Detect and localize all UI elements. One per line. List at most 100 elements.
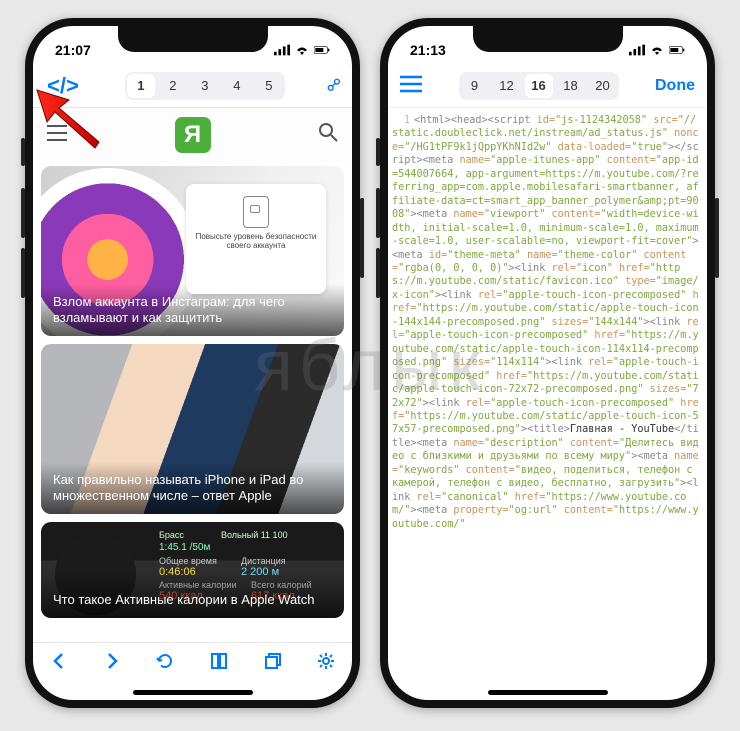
font-size-segmented-control[interactable]: 912161820 bbox=[459, 72, 619, 100]
code-token: rel= bbox=[466, 398, 491, 409]
code-token: content= bbox=[564, 438, 619, 449]
article-title: Как правильно называть iPhone и iPad во … bbox=[53, 472, 303, 503]
code-token: "144x144" bbox=[588, 317, 643, 328]
status-icons bbox=[629, 44, 685, 56]
code-token: content= bbox=[558, 505, 613, 516]
code-token: "apple-touch-icon-precomposed" bbox=[404, 330, 588, 341]
code-token: "keywords" bbox=[398, 465, 459, 476]
code-token: sizes= bbox=[447, 357, 490, 368]
notch bbox=[473, 26, 623, 52]
seg-option[interactable]: 4 bbox=[221, 72, 253, 100]
code-token: rel= bbox=[588, 357, 613, 368]
code-token: rel= bbox=[551, 263, 576, 274]
code-token: "114x114" bbox=[490, 357, 545, 368]
code-token: ><meta bbox=[410, 209, 453, 220]
seg-option[interactable]: 5 bbox=[253, 72, 285, 100]
code-token: href= bbox=[490, 371, 527, 382]
code-token: "js-1124342058" bbox=[555, 115, 647, 126]
code-token: ><link bbox=[509, 263, 552, 274]
article-title: Взлом аккаунта в Инстаграм: для чего взл… bbox=[53, 294, 285, 325]
popup-title-line1: Повысьте уровень безопасности bbox=[194, 232, 318, 241]
code-token: content= bbox=[601, 155, 656, 166]
code-token: href= bbox=[588, 330, 625, 341]
code-token: sizes= bbox=[545, 317, 588, 328]
code-token: sizes= bbox=[643, 384, 686, 395]
stat-label: Вольный 11 100 bbox=[221, 530, 288, 540]
reload-button[interactable] bbox=[156, 652, 174, 675]
settings-button[interactable] bbox=[317, 652, 335, 675]
seg-option[interactable]: 16 bbox=[525, 74, 553, 98]
code-token: name= bbox=[459, 155, 490, 166]
code-token: Главная - YouTube bbox=[570, 424, 674, 435]
code-token: id= bbox=[537, 115, 555, 126]
code-token: href= bbox=[509, 492, 546, 503]
link-icon[interactable]: ⚯ bbox=[322, 73, 348, 99]
tab-segmented-control[interactable]: 12345 bbox=[125, 72, 285, 100]
signal-icon bbox=[629, 44, 645, 56]
code-token: ><link bbox=[643, 317, 686, 328]
code-token: id= bbox=[429, 250, 447, 261]
article-card[interactable]: Брасс Вольный 11 100 1:45.1 /50м Общее в… bbox=[41, 522, 344, 618]
code-token: ><link bbox=[545, 357, 588, 368]
code-token: rel= bbox=[417, 492, 442, 503]
tabs-button[interactable] bbox=[264, 652, 282, 675]
annotation-arrow bbox=[33, 82, 119, 152]
phone-left: 21:07 </> 12345 ⚯ Я bbox=[25, 18, 360, 708]
stat-label: Общее время bbox=[159, 556, 217, 566]
code-token: "apple-touch-icon-precomposed" bbox=[490, 398, 674, 409]
code-token: content= bbox=[459, 465, 514, 476]
battery-icon bbox=[314, 44, 330, 56]
search-icon[interactable] bbox=[318, 122, 338, 148]
done-button[interactable]: Done bbox=[655, 77, 695, 95]
article-card[interactable]: Как правильно называть iPhone и iPad во … bbox=[41, 344, 344, 514]
signal-icon bbox=[274, 44, 290, 56]
home-indicator[interactable] bbox=[388, 684, 707, 700]
code-token: data-loaded= bbox=[551, 142, 631, 153]
code-viewer-toolbar: 912161820 Done bbox=[388, 64, 707, 108]
battery-icon bbox=[669, 44, 685, 56]
code-token: "theme-color" bbox=[558, 250, 638, 261]
seg-option[interactable]: 18 bbox=[555, 72, 587, 100]
stat-value: 1:45.1 /50м bbox=[159, 542, 210, 553]
code-token: src= bbox=[647, 115, 678, 126]
site-logo[interactable]: Я bbox=[175, 117, 211, 153]
code-token: type= bbox=[619, 276, 656, 287]
code-token: "theme-meta" bbox=[447, 250, 521, 261]
status-icons bbox=[274, 44, 330, 56]
code-token: name= bbox=[453, 438, 484, 449]
code-token: "true" bbox=[631, 142, 668, 153]
seg-option[interactable]: 12 bbox=[491, 72, 523, 100]
wifi-icon bbox=[649, 44, 665, 56]
bottom-toolbar bbox=[33, 642, 352, 684]
seg-option[interactable]: 1 bbox=[127, 74, 155, 98]
code-token: "canonical" bbox=[441, 492, 508, 503]
code-token: href= bbox=[613, 263, 650, 274]
article-feed[interactable]: Повысьте уровень безопасности своего акк… bbox=[33, 162, 352, 642]
popup-title-line2: своего аккаунта bbox=[194, 241, 318, 250]
line-number: 1 bbox=[392, 114, 410, 127]
seg-option[interactable]: 9 bbox=[459, 72, 491, 100]
source-code-view[interactable]: 1<html><head><script id="js-1124342058" … bbox=[388, 108, 707, 684]
seg-option[interactable]: 20 bbox=[587, 72, 619, 100]
stat-label: Брасс bbox=[159, 530, 184, 540]
seg-option[interactable]: 2 bbox=[157, 72, 189, 100]
menu-icon[interactable] bbox=[400, 73, 422, 99]
code-token: "apple-itunes-app" bbox=[490, 155, 600, 166]
stat-label: Дистанция bbox=[241, 556, 286, 566]
code-token: "rgba(0, 0, 0, 0)" bbox=[398, 263, 508, 274]
code-token: content= bbox=[545, 209, 600, 220]
seg-option[interactable]: 3 bbox=[189, 72, 221, 100]
code-token: name= bbox=[453, 209, 484, 220]
shield-lock-icon bbox=[243, 196, 269, 228]
home-indicator[interactable] bbox=[33, 684, 352, 700]
back-button[interactable] bbox=[50, 652, 68, 675]
phone-right: 21:13 912161820 Done 1<html><head><scrip… bbox=[380, 18, 715, 708]
code-token: ><meta bbox=[410, 505, 453, 516]
code-token: "/HG1tPF9k1jQppYKhNId2w" bbox=[404, 142, 551, 153]
article-title: Что такое Активные калории в Apple Watch bbox=[53, 592, 315, 607]
article-card[interactable]: Повысьте уровень безопасности своего акк… bbox=[41, 166, 344, 336]
forward-button[interactable] bbox=[103, 652, 121, 675]
code-token: "description" bbox=[484, 438, 564, 449]
bookmarks-button[interactable] bbox=[209, 652, 229, 675]
code-token: rel= bbox=[478, 290, 503, 301]
